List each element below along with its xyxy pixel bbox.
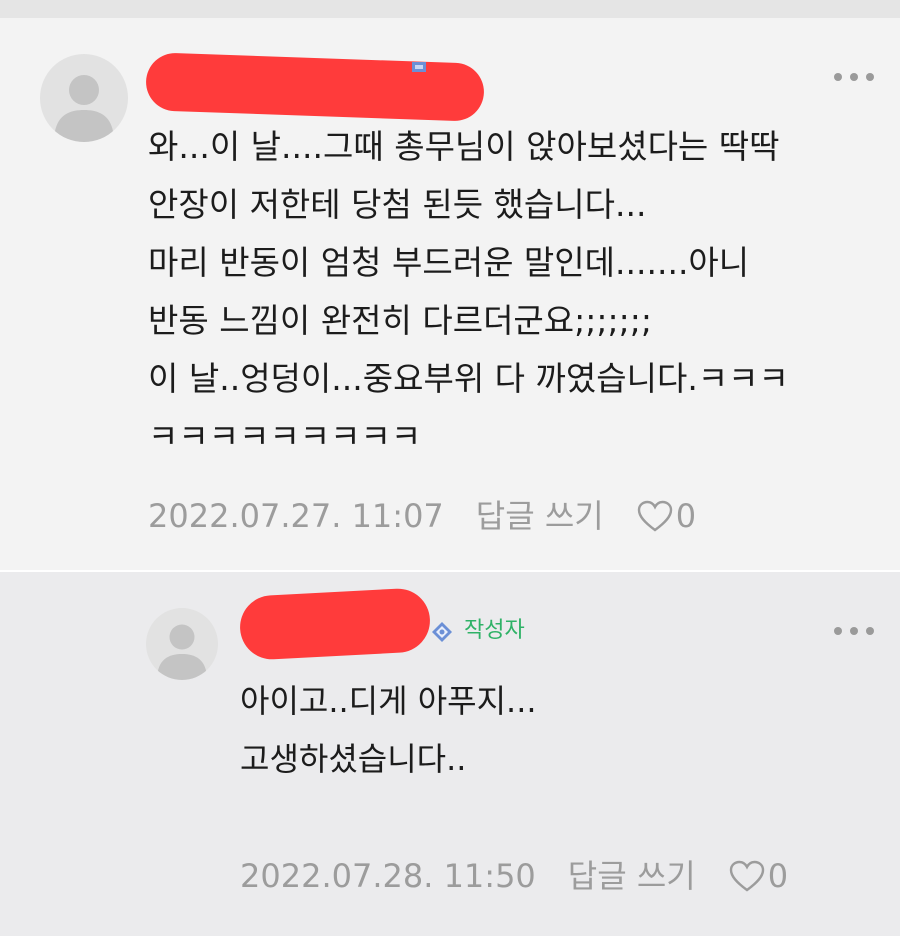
more-options-icon[interactable] xyxy=(834,626,874,636)
redacted-author-name xyxy=(145,52,485,122)
like-count: 0 xyxy=(675,497,697,535)
avatar[interactable] xyxy=(146,608,218,680)
reply-button[interactable]: 답글 쓰기 xyxy=(476,496,604,536)
comment-item: 와...이 날....그때 총무님이 앉아보셨다는 딱딱안장이 저한테 당첨 된… xyxy=(0,18,900,570)
avatar-placeholder-icon xyxy=(54,75,114,142)
like-count: 0 xyxy=(767,857,789,895)
comment-text: 아이고..디게 아푸지... 고생하셨습니다.. xyxy=(240,672,537,788)
comment-line: 안장이 저한테 당첨 된듯 했습니다... xyxy=(148,185,647,224)
comment-line: 고생하셨습니다.. xyxy=(240,740,467,778)
heart-icon xyxy=(729,860,764,892)
reply-button[interactable]: 답글 쓰기 xyxy=(568,856,696,896)
comment-line: 이 날..엉덩이...중요부위 다 까였습니다.ㅋㅋㅋ xyxy=(148,359,789,398)
comment-text: 와...이 날....그때 총무님이 앉아보셨다는 딱딱안장이 저한테 당첨 된… xyxy=(148,118,789,466)
comment-meta: 2022.07.27. 11:07 답글 쓰기 0 xyxy=(148,496,696,536)
redacted-author-name xyxy=(238,587,432,661)
member-grade-icon xyxy=(432,622,452,642)
heart-icon xyxy=(637,500,672,532)
comment-meta: 2022.07.28. 11:50 답글 쓰기 0 xyxy=(240,856,788,896)
comment-line: 반동 느낌이 완전히 다르더군요;;;;;;; xyxy=(148,301,652,340)
like-button[interactable]: 0 xyxy=(636,496,696,536)
comment-date: 2022.07.27. 11:07 xyxy=(148,497,444,535)
comment-line: 와...이 날....그때 총무님이 앉아보셨다는 딱딱 xyxy=(148,127,780,166)
like-button[interactable]: 0 xyxy=(728,856,788,896)
avatar-placeholder-icon xyxy=(157,624,207,680)
more-options-icon[interactable] xyxy=(834,72,874,82)
comment-line: ㅋㅋㅋㅋㅋㅋㅋㅋㅋ xyxy=(148,417,422,456)
top-divider xyxy=(0,0,900,18)
avatar[interactable] xyxy=(40,54,128,142)
comment-line: 마리 반동이 엄청 부드러운 말인데.......아니 xyxy=(148,243,750,282)
comment-date: 2022.07.28. 11:50 xyxy=(240,857,536,895)
author-tag: 작성자 xyxy=(464,618,525,643)
member-grade-icon xyxy=(412,62,426,72)
bottom-divider xyxy=(0,936,900,940)
reply-comment-item: 작성자 아이고..디게 아푸지... 고생하셨습니다.. 2022.07.28. … xyxy=(0,572,900,936)
comment-line: 아이고..디게 아푸지... xyxy=(240,682,537,720)
